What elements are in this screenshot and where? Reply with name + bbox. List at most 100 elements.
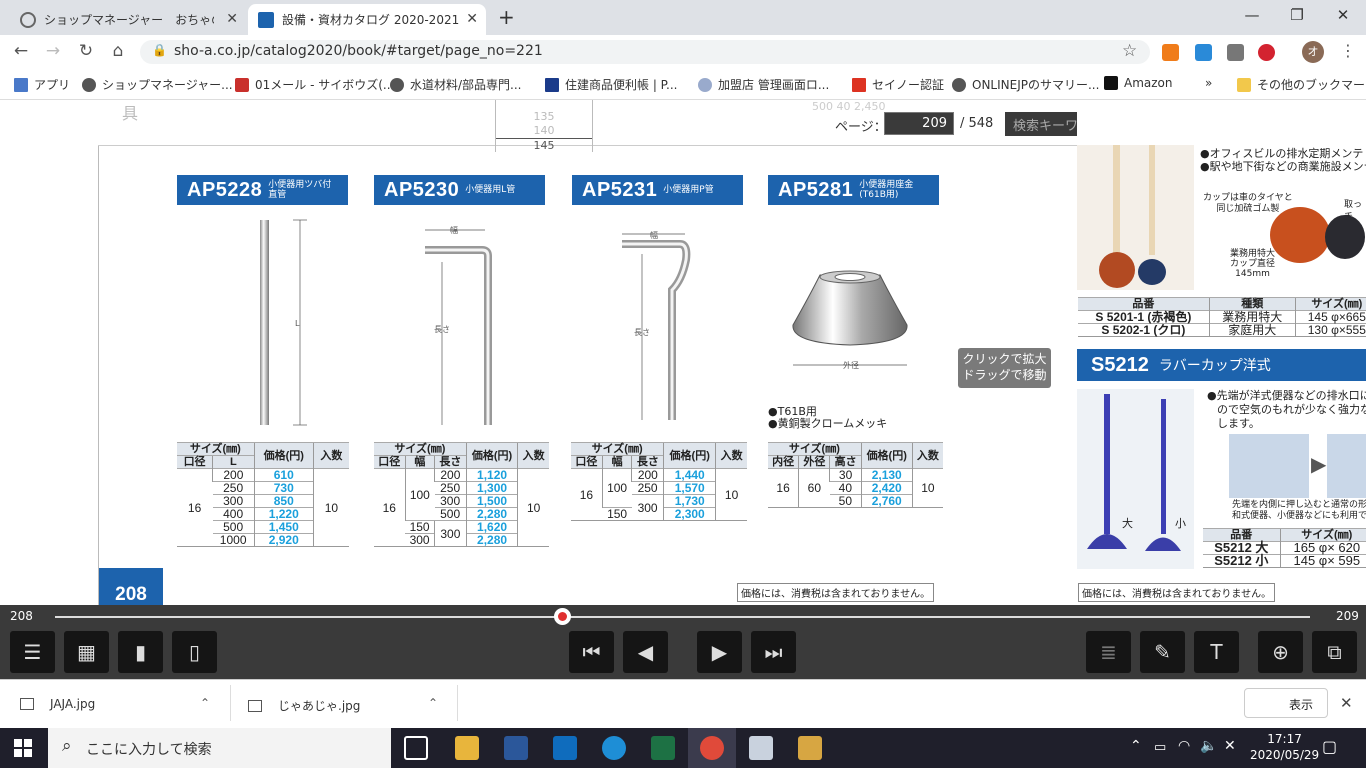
size-small-label: 小 [1175,517,1186,530]
list-icon[interactable]: ☰ [10,631,55,673]
close-tab-icon[interactable]: ✕ [226,11,238,27]
zoom-in-icon[interactable]: ⊕ [1258,631,1303,673]
price-cell: 2,280 [465,533,518,547]
spec-table-ap5228: サイズ(㎜) 価格(円) 入数 口径 L 16 200 610 10 250 730 300 8… [177,442,349,547]
profile-avatar[interactable]: オ [1302,41,1324,63]
maximize-button[interactable]: ❐ [1287,6,1307,24]
reload-icon[interactable]: ↻ [75,41,97,61]
bookmark-jyuken[interactable]: 住建商品便利帳 | P... [545,76,677,93]
bookmark-shop-manager[interactable]: ショップマネージャー... [82,76,233,93]
file-explorer-icon[interactable] [455,736,479,760]
task-view-icon[interactable] [404,736,428,760]
close-window-button[interactable]: ✕ [1333,6,1353,24]
bookmark-page-icon[interactable]: ▮ [118,631,163,673]
pinterest-icon[interactable] [1258,44,1275,61]
bookmark-star-icon[interactable]: ☆ [1122,41,1137,61]
windows-start-icon[interactable] [14,739,32,757]
download-item-jaaja[interactable]: じゃあじゃ.jpg [248,697,360,714]
table-header: 幅 [601,455,632,469]
p-logo-icon [545,77,559,92]
table-cell: 100 [601,468,632,508]
desc-line: 小便器用座金 [859,180,914,190]
price-cell: 1,300 [465,481,518,495]
excel-icon[interactable] [651,736,675,760]
chevron-up-icon[interactable]: ⌃ [428,696,438,710]
show-all-downloads-button[interactable]: 表示 [1244,688,1328,718]
table-cell: 130 φ×555 [1294,323,1366,337]
caption-line: 先端を内側に押し込むと通常の形 [1232,500,1366,510]
close-tab-icon[interactable]: ✕ [466,11,478,27]
bookmark-amazon[interactable]: Amazon [1104,76,1173,90]
address-bar[interactable]: 🔒 sho-a.co.jp/catalog2020/book/#target/p… [140,40,1150,64]
table-row: 16 100 200 1,120 10 [374,468,549,547]
minimize-button[interactable]: — [1242,6,1262,24]
thumbnail-grid-icon[interactable]: ▦ [64,631,109,673]
bookmark-label: ONLINEJPのサマリー... [972,78,1100,92]
chrome-icon[interactable] [700,736,724,760]
pen-icon[interactable]: ✎ [1140,631,1185,673]
wifi-icon[interactable]: ◠ [1178,738,1190,754]
table-cell: 300 [434,494,467,508]
home-icon[interactable]: ⌂ [107,41,129,61]
text-select-icon[interactable]: T [1194,631,1239,673]
bookmark-seino[interactable]: セイノー認証 [852,76,944,93]
extension-icon[interactable] [1227,44,1244,61]
volume-icon[interactable]: 🔈 [1200,738,1217,754]
callout-line: 業務用特大 [1230,249,1276,259]
next-page-icon[interactable]: ▶ [697,631,742,673]
battery-icon[interactable]: ▭ [1154,740,1166,755]
table-cell: S 5201-1 (赤褐色) [1078,310,1210,324]
bookmark-apps[interactable]: アプリ [14,76,70,93]
download-extension-icon[interactable] [1195,44,1212,61]
slider-track[interactable] [55,616,1310,618]
back-arrow-icon[interactable]: ← [10,41,32,61]
tab-catalog[interactable]: 設備・資材カタログ 2020-2021 ✕ [248,4,486,35]
tab-shop-manager[interactable]: ショップマネージャー おちゃのこネット管 ✕ [10,4,246,35]
ime-icon[interactable]: ✕ [1224,738,1236,754]
menu-dots-icon[interactable]: ⋮ [1340,41,1356,60]
taskbar-search-input[interactable]: ここに入力して検索 [48,728,391,768]
page-number-input[interactable]: 209 [884,112,954,135]
photo-viewer-icon[interactable] [749,736,773,760]
bookmark-other[interactable]: その他のブックマーク [1237,76,1366,93]
forward-arrow-icon[interactable]: → [42,41,64,61]
extension-chart-icon[interactable] [1162,44,1179,61]
page-label: ページ： [835,120,887,135]
s5212-photo: 大 小 [1077,389,1194,569]
spec-table-ap5231: サイズ(㎜) 価格(円) 入数 口径幅長さ 16 100 200 1,440 10 250 1… [571,442,747,521]
book-icon[interactable]: ⧉ [1312,631,1357,673]
new-tab-button[interactable]: + [498,5,515,29]
globe-icon [952,77,966,92]
layers-icon[interactable]: ≣ [1086,631,1131,673]
apps-grid-icon [14,77,28,92]
download-item-jaja[interactable]: JAJA.jpg [20,697,95,711]
internet-explorer-icon[interactable] [602,736,626,760]
bookmark-onlinejp[interactable]: ONLINEJPのサマリー... [952,76,1099,93]
bookmark-mail[interactable]: 01メール - サイボウズ(... [235,76,394,93]
last-page-icon[interactable]: ⏭ [751,631,796,673]
clock-time: 17:17 [1267,732,1302,746]
outlook-icon[interactable] [553,736,577,760]
s5212-caption: 先端を内側に押し込むと通常の形 和式便器、小便器などにも利用で [1232,500,1366,522]
notification-icon[interactable]: ▢ [1322,737,1337,756]
app-icon[interactable] [798,736,822,760]
slider-handle[interactable] [554,608,572,625]
table-cell: 150 [602,507,632,521]
bookmark-water-parts[interactable]: 水道材料/部品専門... [390,76,522,93]
table-header: 長さ [434,455,467,469]
table-header: サイズ(㎜) [768,442,862,456]
previous-page-icon[interactable]: ◀ [623,631,668,673]
word-icon[interactable] [504,736,528,760]
first-page-icon[interactable]: ⏮ [569,631,614,673]
left-page-number: 208 [99,568,163,605]
pdf-icon[interactable]: ▯ [172,631,217,673]
chevron-up-icon[interactable]: ⌃ [200,696,210,710]
close-downloads-icon[interactable]: ✕ [1340,694,1353,712]
clock[interactable]: 17:17 2020/05/29 [1250,731,1319,763]
tray-chevron-icon[interactable]: ⌃ [1130,738,1142,754]
bookmark-admin[interactable]: 加盟店 管理画面ロ... [698,76,829,93]
table-cell: 30 [829,468,862,482]
usage-photo-2 [1327,434,1366,498]
table-cell: 145 φ× 595 [1279,554,1366,568]
bookmarks-overflow[interactable]: » [1205,76,1212,90]
